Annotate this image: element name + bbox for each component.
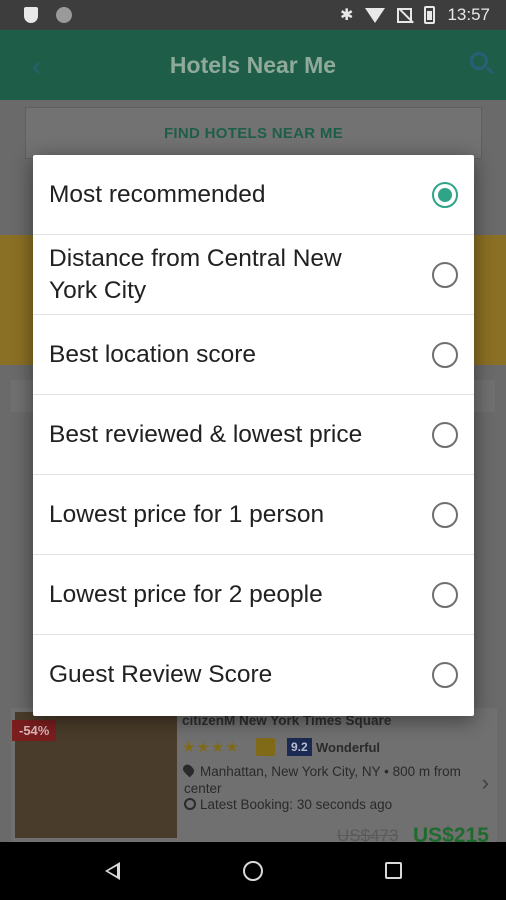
chevron-right-icon: › (481, 770, 489, 795)
battery-icon (424, 6, 436, 24)
radio-unselected-icon[interactable] (432, 581, 458, 608)
location-pin-icon (181, 762, 196, 778)
sort-option-label: Best reviewed & lowest price (49, 420, 363, 448)
wifi-icon (365, 7, 386, 23)
sort-options-dialog: Most recommended Distance from Central N… (33, 155, 474, 716)
navigation-bar (0, 842, 506, 900)
find-hotels-button: FIND HOTELS NEAR ME (25, 107, 482, 159)
nav-home-icon[interactable] (243, 861, 263, 881)
star-rating: ★★★★ (182, 739, 240, 756)
radio-unselected-icon[interactable] (432, 421, 458, 448)
sort-option-label: Most recommended (49, 180, 266, 208)
radio-unselected-icon[interactable] (432, 662, 458, 688)
sort-option-label: Guest Review Score (49, 661, 273, 688)
radio-selected-icon[interactable] (432, 181, 458, 208)
hotel-location: Manhattan, New York City, NY • 800 m fro… (181, 762, 474, 797)
sort-option-label: Lowest price for 1 person (49, 500, 325, 528)
page-title: Hotels Near Me (169, 52, 337, 78)
thumbs-up-icon (256, 738, 275, 756)
shield-icon (24, 7, 38, 23)
latest-booking: Latest Booking: 30 seconds ago (184, 797, 392, 812)
sort-option-most-recommended[interactable]: Most recommended (33, 155, 474, 235)
sort-option-location-score[interactable]: Best location score (33, 315, 474, 395)
bluetooth-icon: ✱ (340, 7, 354, 24)
sort-option-reviewed-lowest-price[interactable]: Best reviewed & lowest price (33, 395, 474, 475)
sort-option-lowest-price-2-people[interactable]: Lowest price for 2 people (33, 555, 474, 635)
sort-option-guest-review-score[interactable]: Guest Review Score (33, 635, 474, 715)
status-time: 13:57 (447, 5, 490, 24)
circle-icon (56, 7, 72, 23)
radio-unselected-icon[interactable] (432, 261, 458, 288)
radio-unselected-icon[interactable] (432, 501, 458, 528)
hotel-location-text: Manhattan, New York City, NY • 800 m fro… (184, 764, 461, 796)
sort-option-distance[interactable]: Distance from Central New York City (33, 235, 474, 315)
no-signal-icon (397, 7, 413, 23)
review-score-badge: 9.2 (287, 738, 312, 756)
sort-option-label: Best location score (49, 340, 256, 368)
app-bar: ‹ Hotels Near Me (0, 30, 506, 100)
clock-icon (184, 798, 196, 810)
search-icon[interactable] (470, 52, 488, 70)
nav-recents-icon[interactable] (385, 862, 402, 879)
sort-option-label: Distance from Central New York City (49, 244, 342, 304)
status-bar: ✱ 13:57 (0, 0, 506, 30)
radio-unselected-icon[interactable] (432, 341, 458, 368)
review-score-label: Wonderful (316, 740, 381, 755)
sort-option-label: Lowest price for 2 people (49, 580, 323, 608)
nav-back-icon[interactable] (105, 862, 120, 880)
latest-booking-text: Latest Booking: 30 seconds ago (200, 797, 393, 812)
sort-option-lowest-price-1-person[interactable]: Lowest price for 1 person (33, 475, 474, 555)
discount-badge: -54% (12, 720, 57, 741)
